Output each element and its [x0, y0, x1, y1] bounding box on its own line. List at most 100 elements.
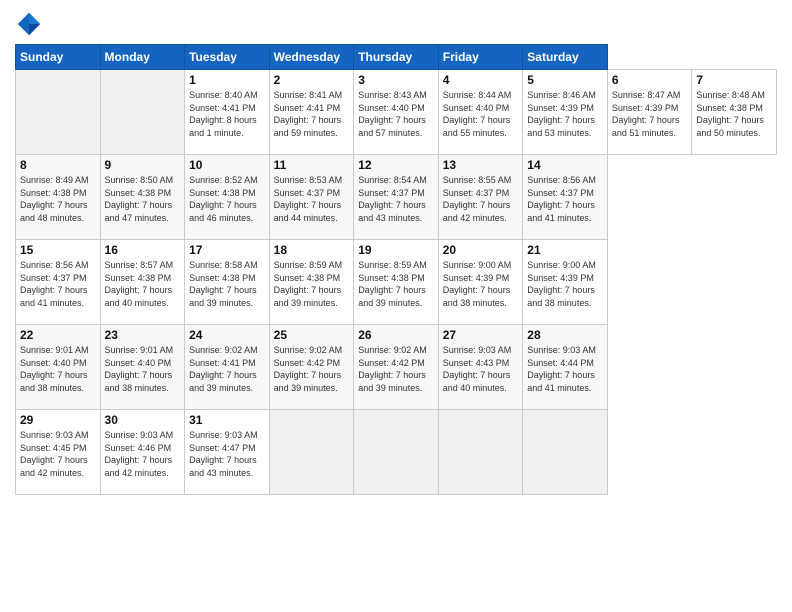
- weekday-header-monday: Monday: [100, 45, 185, 70]
- day-cell-17: 17 Sunrise: 8:58 AM Sunset: 4:38 PM Dayl…: [185, 240, 270, 325]
- day-number: 23: [105, 328, 181, 342]
- header: [15, 10, 777, 38]
- day-detail: Sunrise: 8:56 AM Sunset: 4:37 PM Dayligh…: [20, 259, 96, 309]
- day-cell-9: 9 Sunrise: 8:50 AM Sunset: 4:38 PM Dayli…: [100, 155, 185, 240]
- day-cell-19: 19 Sunrise: 8:59 AM Sunset: 4:38 PM Dayl…: [354, 240, 439, 325]
- logo-icon: [15, 10, 43, 38]
- day-detail: Sunrise: 9:02 AM Sunset: 4:42 PM Dayligh…: [274, 344, 350, 394]
- day-cell-23: 23 Sunrise: 9:01 AM Sunset: 4:40 PM Dayl…: [100, 325, 185, 410]
- day-detail: Sunrise: 9:01 AM Sunset: 4:40 PM Dayligh…: [20, 344, 96, 394]
- day-cell-10: 10 Sunrise: 8:52 AM Sunset: 4:38 PM Dayl…: [185, 155, 270, 240]
- day-cell-28: 28 Sunrise: 9:03 AM Sunset: 4:44 PM Dayl…: [523, 325, 608, 410]
- day-cell-8: 8 Sunrise: 8:49 AM Sunset: 4:38 PM Dayli…: [16, 155, 101, 240]
- day-detail: Sunrise: 8:56 AM Sunset: 4:37 PM Dayligh…: [527, 174, 603, 224]
- day-cell-1: 1 Sunrise: 8:40 AM Sunset: 4:41 PM Dayli…: [185, 70, 270, 155]
- day-detail: Sunrise: 9:02 AM Sunset: 4:42 PM Dayligh…: [358, 344, 434, 394]
- day-cell-14: 14 Sunrise: 8:56 AM Sunset: 4:37 PM Dayl…: [523, 155, 608, 240]
- day-detail: Sunrise: 9:03 AM Sunset: 4:46 PM Dayligh…: [105, 429, 181, 479]
- weekday-header-row: SundayMondayTuesdayWednesdayThursdayFrid…: [16, 45, 777, 70]
- day-number: 26: [358, 328, 434, 342]
- weekday-header-sunday: Sunday: [16, 45, 101, 70]
- day-number: 1: [189, 73, 265, 87]
- day-cell-21: 21 Sunrise: 9:00 AM Sunset: 4:39 PM Dayl…: [523, 240, 608, 325]
- day-cell-4: 4 Sunrise: 8:44 AM Sunset: 4:40 PM Dayli…: [438, 70, 523, 155]
- day-detail: Sunrise: 8:50 AM Sunset: 4:38 PM Dayligh…: [105, 174, 181, 224]
- day-cell-27: 27 Sunrise: 9:03 AM Sunset: 4:43 PM Dayl…: [438, 325, 523, 410]
- day-cell-25: 25 Sunrise: 9:02 AM Sunset: 4:42 PM Dayl…: [269, 325, 354, 410]
- empty-cell: [523, 410, 608, 495]
- day-cell-24: 24 Sunrise: 9:02 AM Sunset: 4:41 PM Dayl…: [185, 325, 270, 410]
- day-cell-31: 31 Sunrise: 9:03 AM Sunset: 4:47 PM Dayl…: [185, 410, 270, 495]
- day-number: 7: [696, 73, 772, 87]
- empty-cell: [438, 410, 523, 495]
- day-cell-29: 29 Sunrise: 9:03 AM Sunset: 4:45 PM Dayl…: [16, 410, 101, 495]
- day-number: 22: [20, 328, 96, 342]
- day-detail: Sunrise: 8:48 AM Sunset: 4:38 PM Dayligh…: [696, 89, 772, 139]
- day-detail: Sunrise: 8:49 AM Sunset: 4:38 PM Dayligh…: [20, 174, 96, 224]
- day-number: 5: [527, 73, 603, 87]
- week-row-5: 29 Sunrise: 9:03 AM Sunset: 4:45 PM Dayl…: [16, 410, 777, 495]
- day-number: 20: [443, 243, 519, 257]
- week-row-3: 15 Sunrise: 8:56 AM Sunset: 4:37 PM Dayl…: [16, 240, 777, 325]
- week-row-1: 1 Sunrise: 8:40 AM Sunset: 4:41 PM Dayli…: [16, 70, 777, 155]
- day-detail: Sunrise: 8:47 AM Sunset: 4:39 PM Dayligh…: [612, 89, 688, 139]
- day-detail: Sunrise: 9:02 AM Sunset: 4:41 PM Dayligh…: [189, 344, 265, 394]
- day-detail: Sunrise: 8:55 AM Sunset: 4:37 PM Dayligh…: [443, 174, 519, 224]
- day-cell-6: 6 Sunrise: 8:47 AM Sunset: 4:39 PM Dayli…: [607, 70, 692, 155]
- day-number: 8: [20, 158, 96, 172]
- day-number: 13: [443, 158, 519, 172]
- day-number: 16: [105, 243, 181, 257]
- weekday-header-tuesday: Tuesday: [185, 45, 270, 70]
- day-number: 28: [527, 328, 603, 342]
- day-cell-20: 20 Sunrise: 9:00 AM Sunset: 4:39 PM Dayl…: [438, 240, 523, 325]
- empty-cell: [269, 410, 354, 495]
- empty-cell: [16, 70, 101, 155]
- empty-cell: [100, 70, 185, 155]
- day-number: 31: [189, 413, 265, 427]
- day-number: 19: [358, 243, 434, 257]
- day-detail: Sunrise: 9:01 AM Sunset: 4:40 PM Dayligh…: [105, 344, 181, 394]
- day-detail: Sunrise: 9:03 AM Sunset: 4:45 PM Dayligh…: [20, 429, 96, 479]
- day-detail: Sunrise: 9:00 AM Sunset: 4:39 PM Dayligh…: [443, 259, 519, 309]
- day-number: 27: [443, 328, 519, 342]
- day-number: 3: [358, 73, 434, 87]
- day-number: 14: [527, 158, 603, 172]
- calendar-body: 1 Sunrise: 8:40 AM Sunset: 4:41 PM Dayli…: [16, 70, 777, 495]
- week-row-2: 8 Sunrise: 8:49 AM Sunset: 4:38 PM Dayli…: [16, 155, 777, 240]
- day-cell-22: 22 Sunrise: 9:01 AM Sunset: 4:40 PM Dayl…: [16, 325, 101, 410]
- day-detail: Sunrise: 9:00 AM Sunset: 4:39 PM Dayligh…: [527, 259, 603, 309]
- day-number: 24: [189, 328, 265, 342]
- calendar-table: SundayMondayTuesdayWednesdayThursdayFrid…: [15, 44, 777, 495]
- day-number: 17: [189, 243, 265, 257]
- day-detail: Sunrise: 8:44 AM Sunset: 4:40 PM Dayligh…: [443, 89, 519, 139]
- day-cell-13: 13 Sunrise: 8:55 AM Sunset: 4:37 PM Dayl…: [438, 155, 523, 240]
- day-number: 9: [105, 158, 181, 172]
- day-number: 25: [274, 328, 350, 342]
- day-detail: Sunrise: 8:43 AM Sunset: 4:40 PM Dayligh…: [358, 89, 434, 139]
- day-detail: Sunrise: 8:59 AM Sunset: 4:38 PM Dayligh…: [274, 259, 350, 309]
- day-number: 29: [20, 413, 96, 427]
- day-number: 21: [527, 243, 603, 257]
- day-number: 10: [189, 158, 265, 172]
- week-row-4: 22 Sunrise: 9:01 AM Sunset: 4:40 PM Dayl…: [16, 325, 777, 410]
- day-detail: Sunrise: 8:52 AM Sunset: 4:38 PM Dayligh…: [189, 174, 265, 224]
- day-detail: Sunrise: 9:03 AM Sunset: 4:47 PM Dayligh…: [189, 429, 265, 479]
- day-cell-16: 16 Sunrise: 8:57 AM Sunset: 4:38 PM Dayl…: [100, 240, 185, 325]
- day-number: 4: [443, 73, 519, 87]
- day-number: 12: [358, 158, 434, 172]
- day-cell-12: 12 Sunrise: 8:54 AM Sunset: 4:37 PM Dayl…: [354, 155, 439, 240]
- day-cell-30: 30 Sunrise: 9:03 AM Sunset: 4:46 PM Dayl…: [100, 410, 185, 495]
- day-number: 11: [274, 158, 350, 172]
- weekday-header-saturday: Saturday: [523, 45, 608, 70]
- day-detail: Sunrise: 8:40 AM Sunset: 4:41 PM Dayligh…: [189, 89, 265, 139]
- day-number: 2: [274, 73, 350, 87]
- logo: [15, 10, 47, 38]
- day-number: 30: [105, 413, 181, 427]
- day-cell-3: 3 Sunrise: 8:43 AM Sunset: 4:40 PM Dayli…: [354, 70, 439, 155]
- day-detail: Sunrise: 8:59 AM Sunset: 4:38 PM Dayligh…: [358, 259, 434, 309]
- weekday-header-wednesday: Wednesday: [269, 45, 354, 70]
- day-number: 15: [20, 243, 96, 257]
- day-cell-2: 2 Sunrise: 8:41 AM Sunset: 4:41 PM Dayli…: [269, 70, 354, 155]
- weekday-header-thursday: Thursday: [354, 45, 439, 70]
- day-number: 18: [274, 243, 350, 257]
